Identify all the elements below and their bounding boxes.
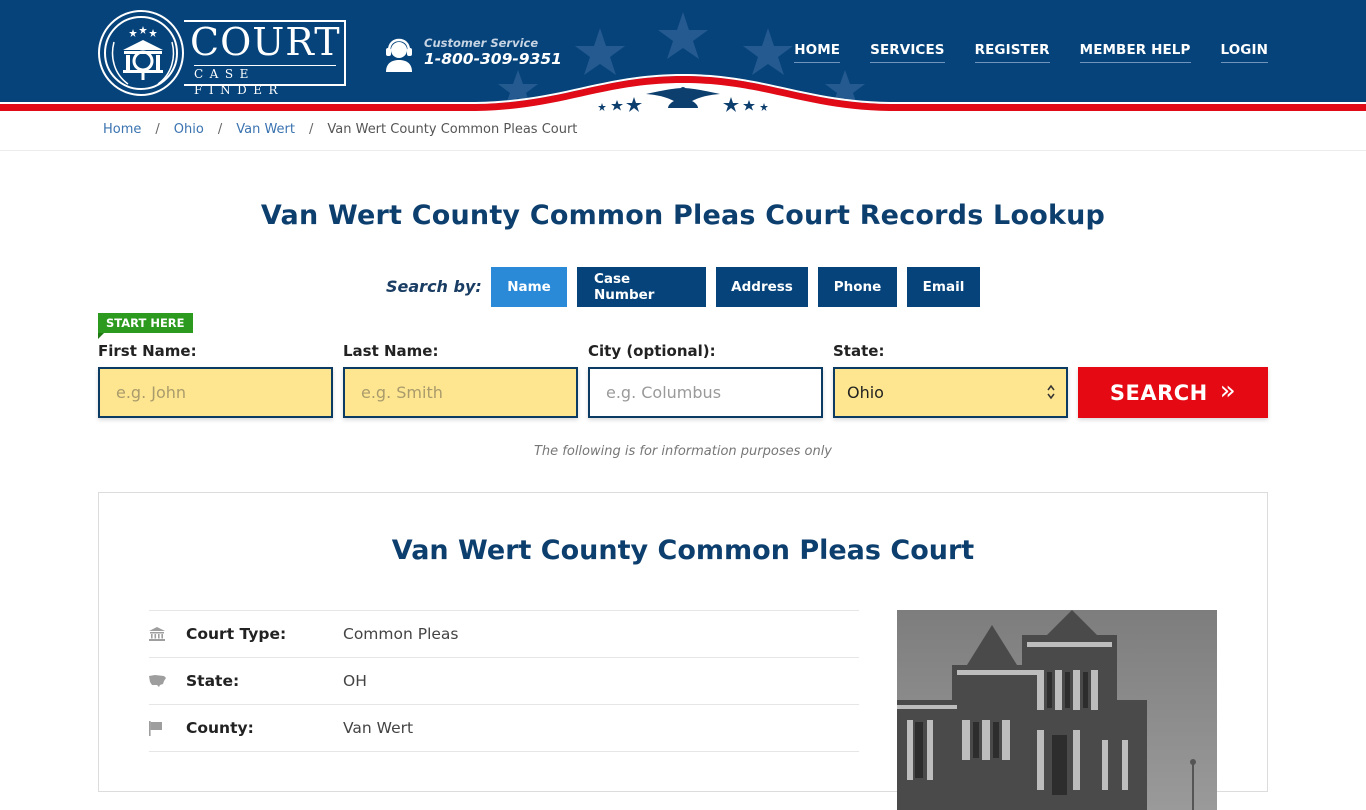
start-here-badge: START HERE	[98, 313, 193, 339]
logo-tagline: CASE FINDER	[194, 67, 284, 97]
main-nav: HOME SERVICES REGISTER MEMBER HELP LOGIN	[794, 42, 1268, 63]
tab-name[interactable]: Name	[491, 267, 567, 307]
city-label: City (optional):	[588, 342, 716, 360]
tab-address[interactable]: Address	[716, 267, 808, 307]
detail-row-county: County: Van Wert	[149, 704, 859, 751]
first-name-label: First Name:	[98, 342, 197, 360]
detail-label: Court Type:	[186, 625, 287, 643]
last-name-input[interactable]: e.g. Smith	[343, 367, 578, 418]
headset-agent-icon	[386, 38, 412, 72]
tab-case-number[interactable]: Case Number	[577, 267, 706, 307]
search-button[interactable]: SEARCH »	[1078, 367, 1268, 418]
breadcrumb-separator: /	[308, 122, 314, 137]
search-type-tabs: Name Case Number Address Phone Email	[491, 267, 980, 307]
site-header: COURT CASE FINDER Customer Service 1-800…	[0, 0, 1366, 115]
select-updown-icon	[1047, 384, 1055, 400]
tab-phone[interactable]: Phone	[818, 267, 897, 307]
detail-value: OH	[343, 672, 367, 690]
page-title: Van Wert County Common Pleas Court Recor…	[260, 200, 1106, 231]
courthouse-magnifier-icon	[111, 26, 175, 85]
logo-wordmark: COURT	[190, 20, 341, 64]
detail-row-more	[149, 751, 859, 798]
breadcrumb-separator: /	[155, 122, 160, 137]
nav-home[interactable]: HOME	[794, 42, 841, 63]
logo-seal	[98, 10, 184, 96]
customer-service-phone[interactable]: 1-800-309-9351	[424, 50, 562, 68]
site-logo[interactable]: COURT CASE FINDER	[98, 10, 348, 97]
state-label: State:	[833, 342, 885, 360]
breadcrumb-van-wert[interactable]: Van Wert	[236, 122, 295, 137]
detail-row-state: State: OH	[149, 657, 859, 704]
nav-services[interactable]: SERVICES	[870, 42, 945, 63]
detail-row-court-type: Court Type: Common Pleas	[149, 610, 859, 657]
court-details-list: Court Type: Common Pleas State: OH Count…	[149, 610, 859, 798]
courthouse-icon	[149, 627, 186, 641]
usa-map-icon	[149, 675, 186, 687]
breadcrumb-home[interactable]: Home	[103, 122, 141, 137]
state-select[interactable]: Ohio	[833, 367, 1068, 418]
search-by-label: Search by:	[386, 277, 482, 296]
court-info-card: Van Wert County Common Pleas Court Court…	[98, 492, 1268, 810]
last-name-placeholder: e.g. Smith	[361, 383, 443, 402]
flag-icon	[149, 720, 186, 736]
nav-member-help[interactable]: MEMBER HELP	[1079, 42, 1191, 63]
last-name-label: Last Name:	[343, 342, 439, 360]
courthouse-photo	[897, 610, 1217, 810]
nav-login[interactable]: LOGIN	[1220, 42, 1268, 63]
detail-value: Common Pleas	[343, 625, 459, 643]
breadcrumb: Home / Ohio / Van Wert / Van Wert County…	[103, 122, 577, 137]
city-placeholder: e.g. Columbus	[606, 383, 722, 402]
customer-service-label: Customer Service	[424, 36, 539, 50]
breadcrumb-separator: /	[217, 122, 223, 137]
tab-email[interactable]: Email	[907, 267, 980, 307]
breadcrumb-current: Van Wert County Common Pleas Court	[327, 122, 578, 137]
breadcrumb-ohio[interactable]: Ohio	[174, 122, 204, 137]
breadcrumb-divider	[0, 150, 1366, 151]
search-button-label: SEARCH	[1109, 380, 1208, 405]
double-chevron-right-icon: »	[1219, 376, 1237, 406]
detail-label: State:	[186, 672, 240, 690]
first-name-input[interactable]: e.g. John	[98, 367, 333, 418]
disclaimer-text: The following is for information purpose…	[533, 444, 833, 459]
state-select-value: Ohio	[847, 383, 884, 402]
detail-value: Van Wert	[343, 719, 414, 737]
first-name-placeholder: e.g. John	[116, 383, 187, 402]
court-title: Van Wert County Common Pleas Court	[391, 535, 975, 566]
nav-register[interactable]: REGISTER	[974, 42, 1050, 63]
city-input[interactable]: e.g. Columbus	[588, 367, 823, 418]
detail-label: County:	[186, 719, 254, 737]
